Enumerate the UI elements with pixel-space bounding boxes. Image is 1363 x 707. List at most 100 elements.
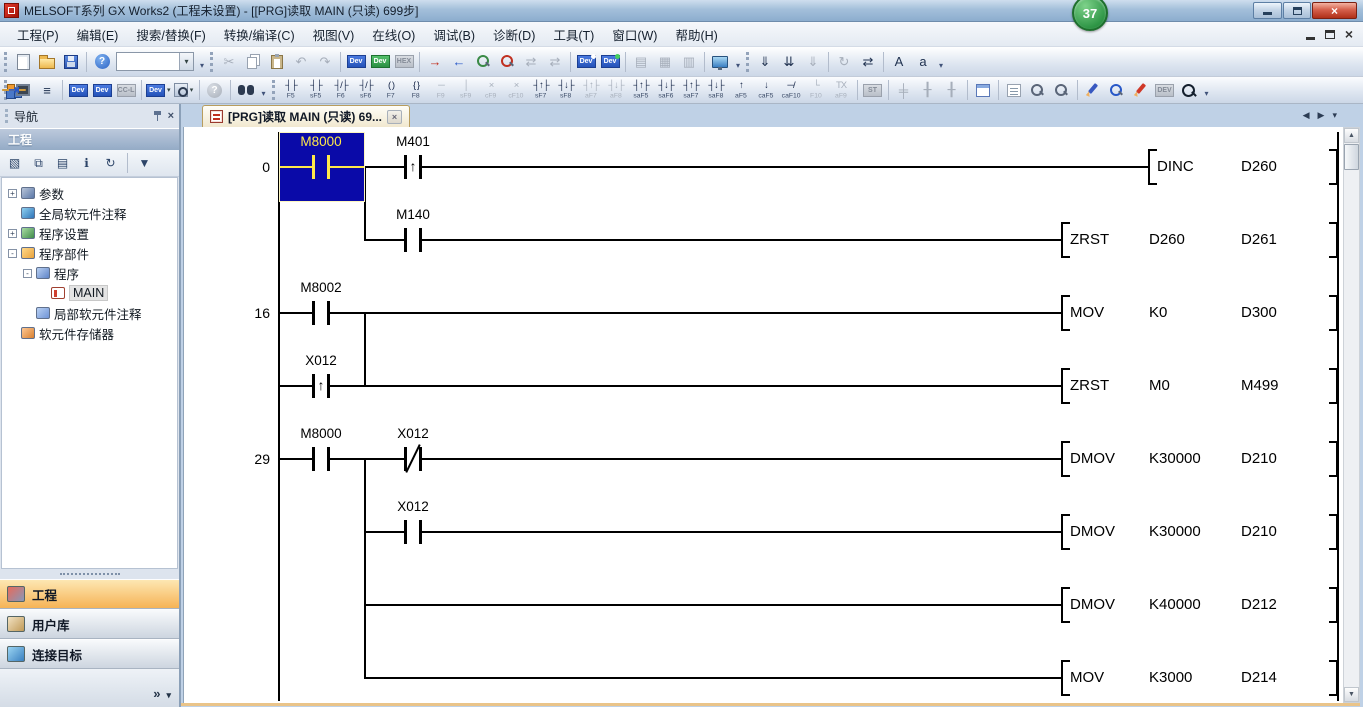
tree-expand-icon[interactable]: - bbox=[23, 269, 32, 278]
ladder-symbol-F9-button[interactable]: ─F9 bbox=[429, 78, 454, 103]
combo-dropdown-icon[interactable]: ▾ bbox=[179, 53, 193, 70]
monitor-stop-button[interactable] bbox=[495, 50, 519, 74]
mdi-close-button[interactable]: × bbox=[1345, 28, 1353, 40]
zoom-button[interactable] bbox=[1177, 78, 1201, 102]
instruction-op[interactable]: MOV bbox=[1070, 304, 1104, 322]
contact-m140[interactable] bbox=[404, 228, 422, 252]
ladder-symbol-sF6-button[interactable]: ┤/├sF6 bbox=[354, 78, 379, 103]
device-comment-button[interactable]: Dev bbox=[66, 78, 90, 102]
tree-item-main[interactable]: MAIN bbox=[2, 283, 177, 303]
ladder-toolbar-overflow[interactable]: ▾ bbox=[1201, 79, 1213, 101]
inline-st-button[interactable]: ╪ bbox=[892, 78, 916, 102]
device-hex-button[interactable]: HEX bbox=[392, 50, 416, 74]
tree-item-全局软元件注释[interactable]: 全局软元件注释 bbox=[2, 203, 177, 223]
wrap-display-button[interactable]: ⇥ bbox=[2, 89, 26, 91]
edit-toolbar-overflow[interactable]: ▾ bbox=[732, 51, 744, 73]
cc-link-button[interactable]: CC-L bbox=[114, 78, 138, 102]
contact-m401[interactable]: ↑ bbox=[404, 155, 422, 179]
panel-button-proj[interactable]: 工程 bbox=[0, 579, 179, 609]
tab-close-icon[interactable]: × bbox=[387, 110, 402, 124]
contact-x012[interactable] bbox=[404, 520, 422, 544]
ladder-symbol-sF8-button[interactable]: ┤↓├sF8 bbox=[554, 78, 579, 103]
output-window-button[interactable]: ≡ bbox=[35, 78, 59, 102]
edit-line-button[interactable]: ╂ bbox=[916, 78, 940, 102]
ladder-symbol-F7-button[interactable]: ( )F7 bbox=[379, 78, 404, 103]
ladder-symbol-sF7-button[interactable]: ┤↑├sF7 bbox=[529, 78, 554, 103]
device-memory-button[interactable]: Dev bbox=[90, 78, 114, 102]
tree-item-程序部件[interactable]: -程序部件 bbox=[2, 243, 177, 263]
tree-item-软元件存储器[interactable]: 软元件存储器 bbox=[2, 323, 177, 343]
scrollbar-thumb[interactable] bbox=[1344, 144, 1359, 170]
tree-item-局部软元件注释[interactable]: 局部软元件注释 bbox=[2, 303, 177, 323]
quick-find-combobox[interactable]: ▾ bbox=[116, 52, 194, 71]
copy-button[interactable] bbox=[241, 50, 265, 74]
special-help-button[interactable] bbox=[203, 78, 227, 102]
panel-button-lib[interactable]: 用户库 bbox=[0, 609, 179, 639]
tab-list-icon[interactable]: ▾ bbox=[1332, 110, 1337, 121]
comment-list-button[interactable] bbox=[971, 78, 995, 102]
device-display-button[interactable]: Dev▾ bbox=[145, 78, 172, 102]
device-test-on-button[interactable]: Dev bbox=[574, 50, 598, 74]
paste-data-button[interactable]: ▤ bbox=[52, 153, 73, 174]
panel-button-conn[interactable]: 连接目标 bbox=[0, 639, 179, 669]
device-test-off-button[interactable]: Dev bbox=[598, 50, 622, 74]
delete-line-button[interactable]: ╂ bbox=[940, 78, 964, 102]
note-insert-button[interactable]: ▦ bbox=[653, 50, 677, 74]
tree-item-参数[interactable]: +参数 bbox=[2, 183, 177, 203]
tree-item-程序设置[interactable]: +程序设置 bbox=[2, 223, 177, 243]
menu-item-e[interactable]: 编辑(E) bbox=[68, 22, 128, 47]
sort-filter-button[interactable]: ▼ bbox=[134, 153, 155, 174]
more-chevron-icon[interactable]: » bbox=[153, 686, 160, 701]
statement-list-button[interactable] bbox=[1002, 78, 1026, 102]
menu-item-d[interactable]: 诊断(D) bbox=[484, 22, 544, 47]
rebuild-all-button[interactable]: ↻ bbox=[832, 50, 856, 74]
contact-m8000[interactable] bbox=[312, 447, 330, 471]
refresh-button[interactable]: ↻ bbox=[100, 153, 121, 174]
statement-insert-button[interactable]: ▤ bbox=[629, 50, 653, 74]
cut-button[interactable]: ✂ bbox=[217, 50, 241, 74]
tree-expand-icon[interactable]: + bbox=[8, 189, 17, 198]
more-dropdown-icon[interactable]: ▾ bbox=[166, 690, 171, 701]
ladder-symbol-saF5-button[interactable]: ┤↑├saF5 bbox=[629, 78, 654, 103]
menu-item-p[interactable]: 工程(P) bbox=[8, 22, 68, 47]
menu-item-h[interactable]: 帮助(H) bbox=[666, 22, 726, 47]
st-editor-button[interactable]: ST bbox=[861, 78, 885, 102]
ladder-symbol-cF9-button[interactable]: ×cF9 bbox=[479, 78, 504, 103]
ladder-symbol-F6-button[interactable]: ┤/├F6 bbox=[329, 78, 354, 103]
tab-scroll-left-icon[interactable]: ◀ bbox=[1303, 110, 1310, 121]
text-size-up-button[interactable]: A bbox=[887, 50, 911, 74]
tree-expand-icon[interactable]: - bbox=[8, 249, 17, 258]
contact-x012[interactable]: ↑ bbox=[312, 374, 330, 398]
instruction-op[interactable]: DMOV bbox=[1070, 523, 1115, 541]
redo-button[interactable]: ↷ bbox=[313, 50, 337, 74]
view-toolbar-overflow[interactable]: ▾ bbox=[258, 79, 270, 101]
device-find-button[interactable]: Dev bbox=[344, 50, 368, 74]
menu-item-c[interactable]: 转换/编译(C) bbox=[215, 22, 304, 47]
read-from-plc-button[interactable]: ← bbox=[447, 50, 471, 74]
ladder-symbol-aF7-button[interactable]: ┤↑├aF7 bbox=[579, 78, 604, 103]
ladder-editor[interactable]: 0M8000↑M401DINCD260M140ZRSTD260D26116M80… bbox=[183, 127, 1343, 703]
instruction-op[interactable]: DMOV bbox=[1070, 450, 1115, 468]
find-contact-button[interactable] bbox=[1026, 78, 1050, 102]
paste-button[interactable] bbox=[265, 50, 289, 74]
instruction-op[interactable]: DMOV bbox=[1070, 596, 1115, 614]
menu-item-v[interactable]: 视图(V) bbox=[304, 22, 364, 47]
instruction-op[interactable]: ZRST bbox=[1070, 377, 1109, 395]
ladder-symbol-F8-button[interactable]: { }F8 bbox=[404, 78, 429, 103]
menu-item-w[interactable]: 窗口(W) bbox=[603, 22, 666, 47]
convert-button[interactable]: ⇓ bbox=[753, 50, 777, 74]
contact-m8002[interactable] bbox=[312, 301, 330, 325]
wrap-edit-button[interactable] bbox=[1081, 78, 1105, 102]
ladder-symbol-aF9-button[interactable]: TXaF9 bbox=[829, 78, 854, 103]
device-monitor-button[interactable]: Dev bbox=[368, 50, 392, 74]
convert-check-button[interactable]: ⇓ bbox=[801, 50, 825, 74]
instruction-op[interactable]: DINC bbox=[1157, 158, 1194, 176]
standard-toolbar-overflow[interactable]: ▾ bbox=[196, 51, 208, 73]
restore-button[interactable] bbox=[1283, 2, 1311, 19]
ladder-symbol-aF8-button[interactable]: ┤↓├aF8 bbox=[604, 78, 629, 103]
property-button[interactable]: ℹ bbox=[76, 153, 97, 174]
note-edit-button[interactable] bbox=[1129, 78, 1153, 102]
comment-search-button[interactable] bbox=[1105, 78, 1129, 102]
text-size-down-button[interactable]: a bbox=[911, 50, 935, 74]
new-project-button[interactable] bbox=[11, 50, 35, 74]
